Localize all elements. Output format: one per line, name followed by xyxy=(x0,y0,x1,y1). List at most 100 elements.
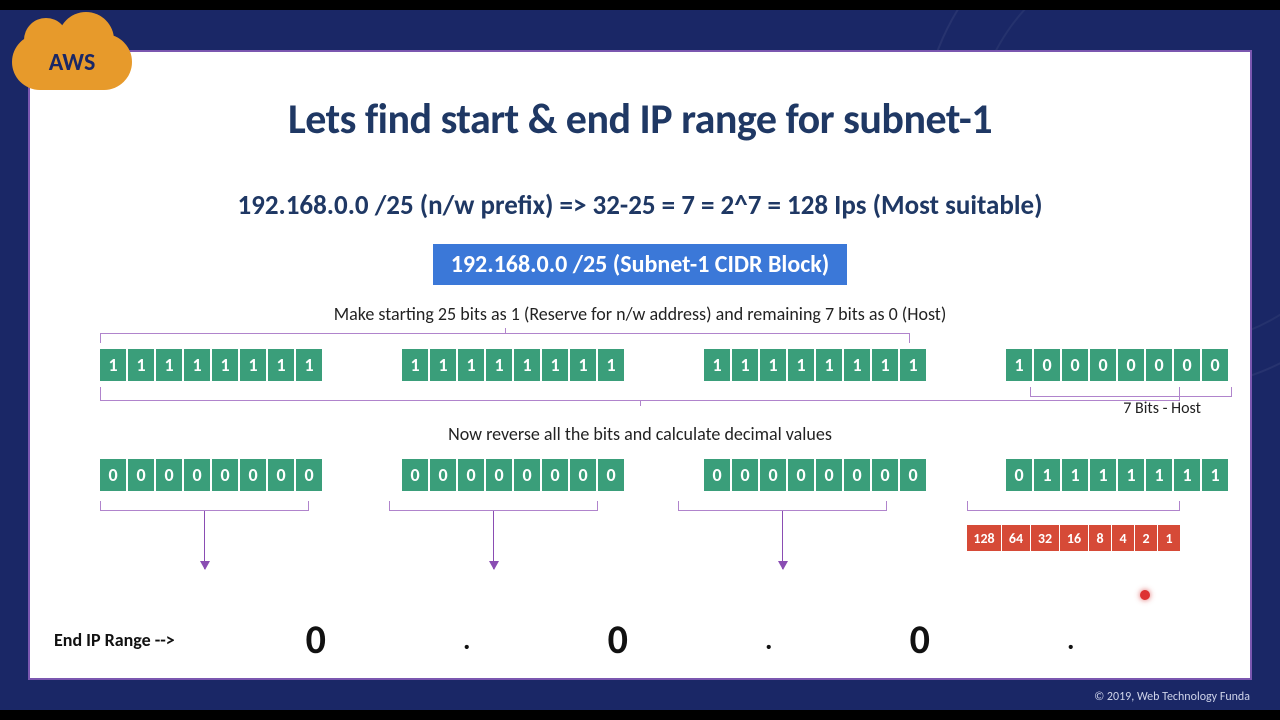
octet: 0 0 0 0 0 0 0 0 xyxy=(100,459,322,491)
weight: 4 xyxy=(1112,525,1134,551)
bit: 1 xyxy=(268,349,294,381)
arrow-down-icon xyxy=(782,511,783,569)
arrow-down-icon xyxy=(493,511,494,569)
bit: 0 xyxy=(760,459,786,491)
weight: 32 xyxy=(1031,525,1059,551)
bit: 0 xyxy=(156,459,182,491)
bit: 1 xyxy=(402,349,428,381)
bit: 0 xyxy=(184,459,210,491)
bit: 1 xyxy=(1202,459,1228,491)
calculation-line: 192.168.0.0 /25 (n/w prefix) => 32-25 = … xyxy=(30,189,1250,222)
bit: 0 xyxy=(844,459,870,491)
bit: 0 xyxy=(816,459,842,491)
weight: 8 xyxy=(1089,525,1111,551)
bit: 0 xyxy=(514,459,540,491)
bit: 1 xyxy=(570,349,596,381)
bit: 0 xyxy=(872,459,898,491)
octet-result-col: 128 64 32 16 8 4 2 1 xyxy=(967,497,1180,569)
end-ip-label: End IP Range --> xyxy=(54,629,175,651)
octet-result-col xyxy=(389,497,598,569)
bit: 0 xyxy=(1090,349,1116,381)
bit: 0 xyxy=(570,459,596,491)
bit: 0 xyxy=(268,459,294,491)
bit: 1 xyxy=(486,349,512,381)
bit: 0 xyxy=(704,459,730,491)
instruction-2: Now reverse all the bits and calculate d… xyxy=(100,423,1180,445)
bit: 0 xyxy=(240,459,266,491)
bit: 1 xyxy=(1034,459,1060,491)
ip-dot: . xyxy=(1031,622,1111,657)
weight: 64 xyxy=(1002,525,1030,551)
bit: 0 xyxy=(458,459,484,491)
bit: 0 xyxy=(1034,349,1060,381)
host-bits-label: 7 Bits - Host xyxy=(1123,399,1201,418)
bit: 1 xyxy=(542,349,568,381)
end-ip-octet: 0 xyxy=(205,615,427,664)
bit: 1 xyxy=(1006,349,1032,381)
instruction-1: Make starting 25 bits as 1 (Reserve for … xyxy=(30,303,1250,325)
bit: 1 xyxy=(128,349,154,381)
bit: 1 xyxy=(1118,459,1144,491)
bit: 0 xyxy=(542,459,568,491)
bit-row-network: 1 1 1 1 1 1 1 1 1 1 1 1 1 1 1 1 xyxy=(100,349,1180,381)
bit: 0 xyxy=(900,459,926,491)
bit: 1 xyxy=(430,349,456,381)
aws-badge: AWS xyxy=(12,34,132,90)
end-ip-octet: 0 xyxy=(507,615,729,664)
end-ip-line: End IP Range --> 0 . 0 . 0 . xyxy=(54,615,1111,664)
arrow-down-icon xyxy=(204,511,205,569)
octet: 0 0 0 0 0 0 0 0 xyxy=(402,459,624,491)
bit-row-reversed: 0 0 0 0 0 0 0 0 0 0 0 0 0 0 0 0 xyxy=(100,459,1180,491)
octet-bracket xyxy=(100,501,309,511)
end-ip-octet: 0 xyxy=(809,615,1031,664)
octet: 0 1 1 1 1 1 1 1 xyxy=(1006,459,1228,491)
cidr-block-box: 192.168.0.0 /25 (Subnet-1 CIDR Block) xyxy=(433,244,848,285)
bit: 1 xyxy=(1062,459,1088,491)
copyright-footer: © 2019, Web Technology Funda xyxy=(1094,690,1250,704)
octet-bracket xyxy=(389,501,598,511)
octet-bracket xyxy=(678,501,887,511)
bit: 0 xyxy=(1174,349,1200,381)
octet-bracket xyxy=(967,501,1180,511)
bit: 1 xyxy=(100,349,126,381)
bit: 1 xyxy=(156,349,182,381)
weight: 1 xyxy=(1158,525,1180,551)
bit: 0 xyxy=(486,459,512,491)
bit: 0 xyxy=(1062,349,1088,381)
bit: 1 xyxy=(788,349,814,381)
bit: 0 xyxy=(1006,459,1032,491)
bit: 0 xyxy=(402,459,428,491)
octet: 0 0 0 0 0 0 0 0 xyxy=(704,459,926,491)
bit: 0 xyxy=(212,459,238,491)
bit: 1 xyxy=(212,349,238,381)
bit: 0 xyxy=(598,459,624,491)
bit: 1 xyxy=(1090,459,1116,491)
bit-weights: 128 64 32 16 8 4 2 1 xyxy=(967,525,1180,551)
presentation-stage: AWS Lets find start & end IP range for s… xyxy=(0,10,1280,710)
bit: 1 xyxy=(240,349,266,381)
page-title: Lets find start & end IP range for subne… xyxy=(30,94,1250,145)
octet: 1 1 1 1 1 1 1 1 xyxy=(402,349,624,381)
ip-dot: . xyxy=(427,622,507,657)
bit: 0 xyxy=(788,459,814,491)
octet-result-col xyxy=(100,497,309,569)
weight: 2 xyxy=(1135,525,1157,551)
bit: 0 xyxy=(296,459,322,491)
bit: 1 xyxy=(1146,459,1172,491)
network-bits-bracket xyxy=(100,333,910,343)
weight: 128 xyxy=(967,525,1001,551)
bit: 1 xyxy=(900,349,926,381)
bit: 1 xyxy=(816,349,842,381)
ip-dot: . xyxy=(729,622,809,657)
slide-frame: AWS Lets find start & end IP range for s… xyxy=(28,50,1252,680)
bit: 1 xyxy=(514,349,540,381)
bit: 0 xyxy=(100,459,126,491)
octet-result-col xyxy=(678,497,887,569)
bit: 1 xyxy=(598,349,624,381)
full-32bit-bracket xyxy=(100,387,1180,401)
bit: 0 xyxy=(732,459,758,491)
bit: 1 xyxy=(458,349,484,381)
bit: 1 xyxy=(760,349,786,381)
bit: 0 xyxy=(430,459,456,491)
bit: 1 xyxy=(704,349,730,381)
